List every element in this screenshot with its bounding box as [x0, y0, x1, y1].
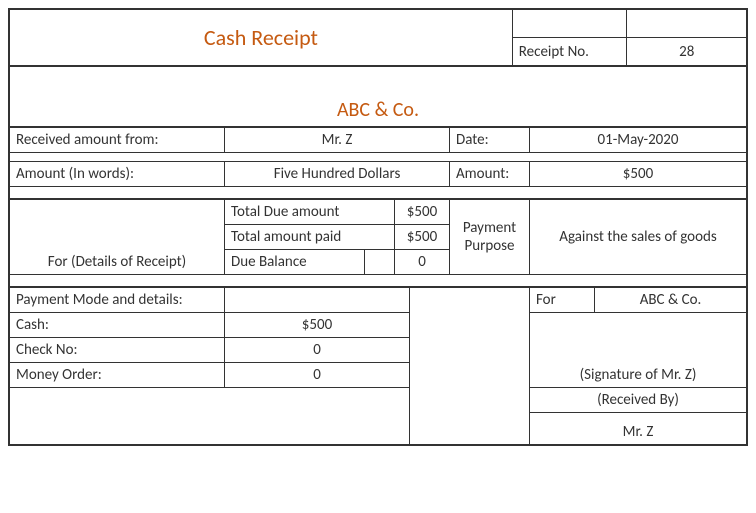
mid-empty-col [410, 288, 530, 388]
receipt-no-label: Receipt No. [512, 38, 627, 66]
amount-words-value: Five Hundred Dollars [225, 162, 450, 187]
money-order-value: 0 [225, 363, 410, 388]
header-empty-2 [627, 10, 747, 38]
gap-1 [9, 153, 747, 161]
receipt-no-value: 28 [627, 38, 747, 66]
received-by-value: Mr. Z [530, 413, 747, 445]
due-balance-empty [365, 250, 395, 275]
company-name: ABC & Co. [10, 67, 747, 127]
cash-label: Cash: [10, 313, 225, 338]
payment-purpose-label: Payment Purpose [450, 200, 530, 275]
cash-receipt-document: Cash Receipt Receipt No. 28 ABC & Co. Re… [8, 8, 748, 446]
payment-mode-empty [225, 288, 410, 313]
payment-purpose-value: Against the sales of goods [530, 200, 747, 275]
amount-words-table: Amount (In words): Five Hundred Dollars … [9, 161, 747, 187]
received-from-label: Received amount from: [10, 128, 225, 153]
for-company: ABC & Co. [595, 288, 747, 313]
company-table: ABC & Co. [9, 66, 747, 127]
received-from-value: Mr. Z [225, 128, 450, 153]
date-value: 01-May-2020 [530, 128, 747, 153]
details-table: For (Details of Receipt) Total Due amoun… [9, 199, 747, 275]
amount-label: Amount: [450, 162, 530, 187]
receipt-title: Cash Receipt [10, 10, 513, 66]
payment-mode-label: Payment Mode and details: [10, 288, 225, 313]
received-from-table: Received amount from: Mr. Z Date: 01-May… [9, 127, 747, 153]
gap-3 [9, 275, 747, 287]
cash-value: $500 [225, 313, 410, 338]
amount-value: $500 [530, 162, 747, 187]
for-label: For [530, 288, 595, 313]
received-by-label: (Received By) [530, 388, 747, 413]
money-order-label: Money Order: [10, 363, 225, 388]
date-label: Date: [450, 128, 530, 153]
amount-words-label: Amount (In words): [10, 162, 225, 187]
signature-of: (Signature of Mr. Z) [530, 313, 747, 388]
check-label: Check No: [10, 338, 225, 363]
total-paid-value: $500 [395, 225, 450, 250]
gap-2 [9, 187, 747, 199]
header-empty-1 [512, 10, 627, 38]
bottom-mid-empty [410, 388, 530, 445]
details-label: For (Details of Receipt) [10, 200, 225, 275]
total-due-label: Total Due amount [225, 200, 395, 225]
bottom-left-empty [10, 388, 410, 445]
due-balance-label: Due Balance [225, 250, 365, 275]
payment-mode-table: Payment Mode and details: For ABC & Co. … [9, 287, 747, 445]
due-balance-value: 0 [395, 250, 450, 275]
header-table: Cash Receipt Receipt No. 28 [9, 9, 747, 66]
total-paid-label: Total amount paid [225, 225, 395, 250]
total-due-value: $500 [395, 200, 450, 225]
check-value: 0 [225, 338, 410, 363]
